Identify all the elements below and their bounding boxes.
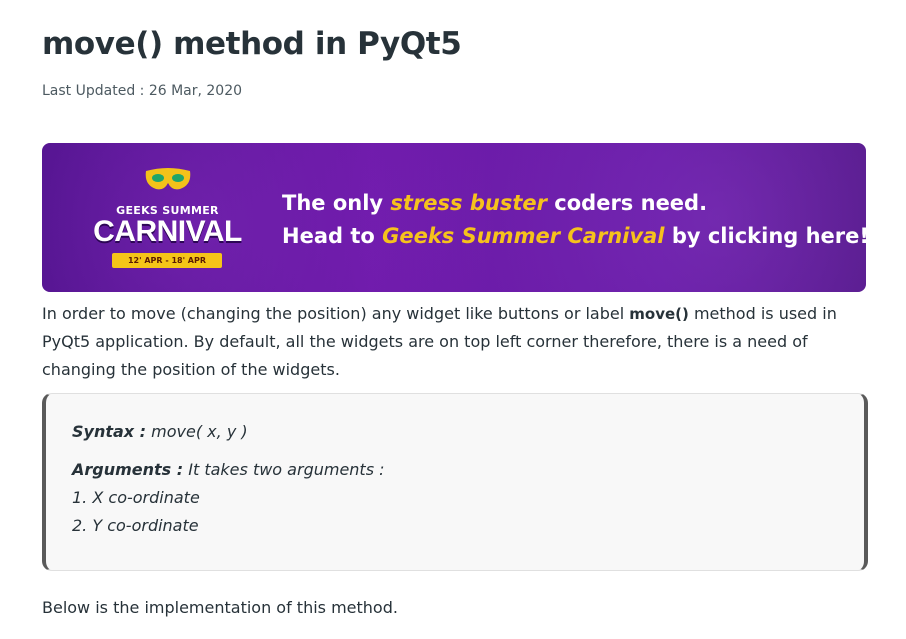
tagline-line-1: The only stress buster coders need. xyxy=(282,191,708,215)
syntax-box: Syntax : move( x, y ) Arguments : It tak… xyxy=(42,393,868,571)
intro-paragraph: In order to move (changing the position)… xyxy=(42,304,837,379)
tagline-highlight-2: Geeks Summer Carnival xyxy=(382,224,665,248)
syntax-line: Syntax : move( x, y ) xyxy=(72,422,248,441)
tagline-highlight-1: stress buster xyxy=(390,191,547,215)
arguments-line: Arguments : It takes two arguments : xyxy=(72,460,385,479)
last-updated: Last Updated : 26 Mar, 2020 xyxy=(42,83,243,99)
mask-icon xyxy=(145,168,191,190)
inline-code: move() xyxy=(629,305,689,323)
article-title: move() method in PyQt5 xyxy=(42,26,462,62)
carnival-logo: GEEKS SUMMER CARNIVAL 12' APR - 18' APR xyxy=(80,165,255,273)
argument-1: 1. X co-ordinate xyxy=(72,488,200,507)
banner-tagline: The only stress buster coders need. Head… xyxy=(282,187,866,253)
logo-dates: 12' APR - 18' APR xyxy=(112,253,222,268)
tagline-line-2: Head to Geeks Summer Carnival by clickin… xyxy=(282,224,866,248)
logo-main-text: CARNIVAL xyxy=(93,215,242,248)
argument-2: 2. Y co-ordinate xyxy=(72,516,199,535)
promo-banner[interactable]: GEEKS SUMMER CARNIVAL 12' APR - 18' APR … xyxy=(42,143,866,292)
implementation-intro: Below is the implementation of this meth… xyxy=(42,598,398,617)
